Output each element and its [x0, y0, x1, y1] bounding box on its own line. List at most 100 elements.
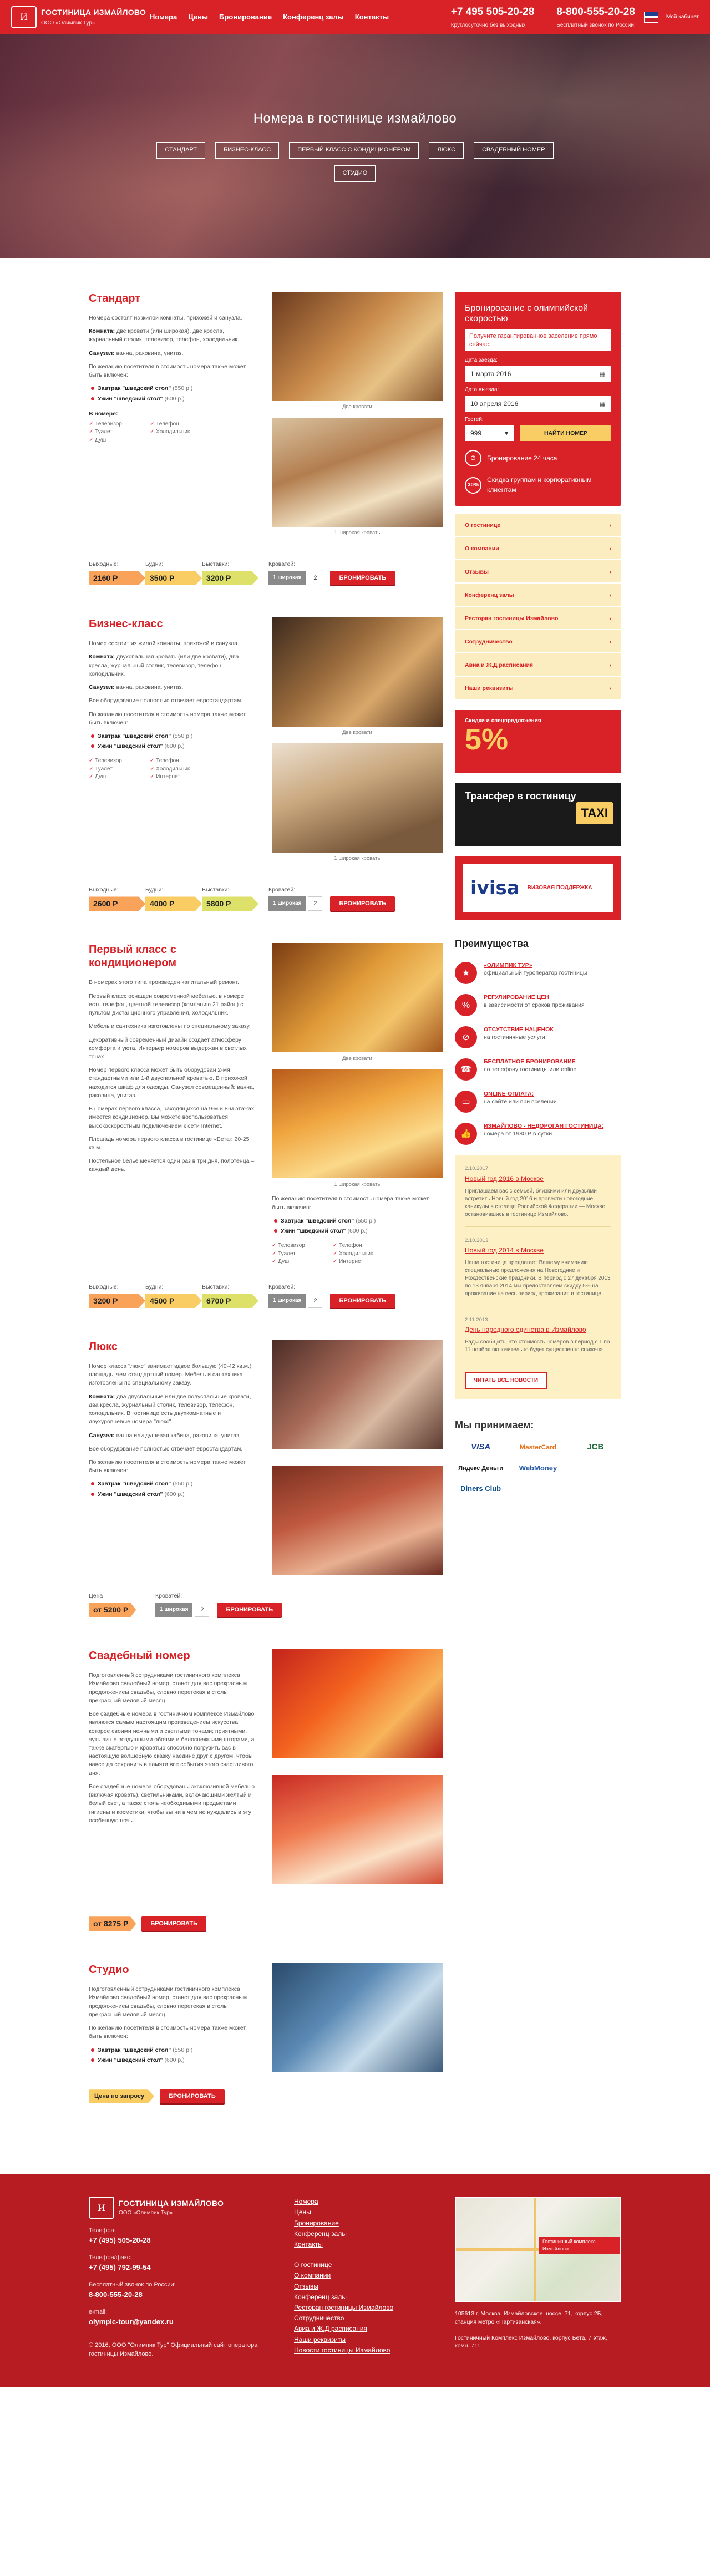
side-menu-item[interactable]: О гостинице › [455, 514, 621, 537]
find-room-button[interactable]: Найти номер [520, 425, 611, 442]
room-photo[interactable]: 1 широкая кровать [272, 418, 443, 536]
footer-free-phone[interactable]: 8-800-555-20-28 [89, 2290, 277, 2300]
nav-rooms[interactable]: Номера [150, 12, 177, 23]
logo-title: гостиница измайлово [41, 8, 146, 17]
advantage-title[interactable]: Измайлово - недорогая гостиница: [484, 1123, 604, 1130]
room-photo[interactable]: Две кровати [272, 292, 443, 410]
footer-phone[interactable]: +7 (495) 505-20-28 [89, 2235, 277, 2246]
checkout-date-input[interactable]: 10 апреля 2016 ▦ [465, 395, 611, 412]
visa-banner[interactable]: ivisa Визовая поддержка [455, 856, 621, 920]
taxi-banner[interactable]: Трансфер в гостиницу TAXI [455, 783, 621, 847]
tab-lux[interactable]: люкс [429, 141, 464, 159]
bed-count-input[interactable]: 2 [308, 1294, 323, 1309]
tab-wedding[interactable]: свадебный номер [473, 141, 554, 159]
guests-select[interactable]: 999 ▾ [465, 425, 514, 442]
footer-link[interactable]: Новости гостиницы Измайлово [294, 2345, 438, 2356]
tab-standard[interactable]: стандарт [156, 141, 205, 159]
room-photo[interactable] [272, 1963, 443, 2073]
bed-count-input[interactable]: 2 [195, 1603, 210, 1617]
bed-type-select[interactable]: 1 широкая [268, 1294, 306, 1309]
phone-moscow[interactable]: +7 495 505-20-28 Круглосуточно без выходн… [451, 4, 535, 29]
calendar-icon[interactable]: ▦ [600, 366, 606, 382]
phone-free[interactable]: 8-800-555-20-28 Бесплатный звонок по Росс… [556, 4, 635, 29]
footer-email[interactable]: olympic-tour@yandex.ru [89, 2317, 277, 2327]
price-label: Будни: [145, 886, 164, 894]
book-button[interactable]: Бронировать [217, 1603, 282, 1617]
side-menu-item[interactable]: Сотрудничество › [455, 630, 621, 654]
room-photo[interactable] [272, 1340, 443, 1450]
price-exhibition: 3200 Р [202, 571, 258, 586]
advantage-title[interactable]: Online-оплата: [484, 1091, 557, 1098]
footer-link[interactable]: Номера [294, 2197, 438, 2207]
book-button[interactable]: Бронировать [330, 1294, 395, 1309]
news-title[interactable]: День народного единства в Измайлово [465, 1325, 611, 1335]
logo[interactable]: И гостиница измайлово ООО «Олимпик Тур» [11, 6, 150, 28]
bed-type-select[interactable]: 1 широкая [268, 571, 306, 586]
nav-prices[interactable]: Цены [188, 12, 208, 23]
footer-link[interactable]: Бронирование [294, 2218, 438, 2229]
footer-fax[interactable]: +7 (495) 792-99-54 [89, 2263, 277, 2273]
room-desc: Номер первого класса может быть оборудов… [89, 1067, 255, 1099]
side-menu-item[interactable]: Отзывы › [455, 560, 621, 584]
calendar-icon[interactable]: ▦ [600, 396, 606, 412]
all-news-button[interactable]: Читать все новости [465, 1372, 547, 1390]
room-photo[interactable]: 1 широкая кровать [272, 1069, 443, 1188]
footer-link[interactable]: Контакты [294, 2239, 438, 2250]
checkin-date-input[interactable]: 1 марта 2016 ▦ [465, 366, 611, 382]
room-photo[interactable]: Две кровати [272, 617, 443, 736]
footer-link[interactable]: Ресторан гостиницы Измайлово [294, 2303, 438, 2313]
footer-link[interactable]: Сотрудничество [294, 2313, 438, 2324]
advantage-title[interactable]: Отсутствие наценок [484, 1026, 554, 1034]
side-menu-item[interactable]: Авиа и Ж.Д расписания › [455, 653, 621, 677]
side-menu-item[interactable]: Конференц залы › [455, 584, 621, 607]
advantage-item: ▭ Online-оплата: на сайте или при вселении [455, 1091, 621, 1113]
book-button[interactable]: Бронировать [160, 2089, 225, 2104]
side-menu-item[interactable]: О компании › [455, 537, 621, 561]
news-title[interactable]: Новый год 2014 в Москве [465, 1246, 611, 1255]
nav-conference[interactable]: Конференц залы [283, 12, 344, 23]
bed-count-input[interactable]: 2 [308, 896, 323, 911]
book-button[interactable]: Бронировать [141, 1916, 206, 1931]
room-photo[interactable]: 1 широкая кровать [272, 743, 443, 861]
option-price: (600 р.) [164, 743, 185, 750]
side-menu-item[interactable]: Наши реквизиты › [455, 677, 621, 701]
uk-flag-icon[interactable] [643, 12, 658, 23]
footer-link[interactable]: Отзывы [294, 2281, 438, 2292]
footer-link[interactable]: Наши реквизиты [294, 2335, 438, 2345]
footer-link[interactable]: О компании [294, 2270, 438, 2281]
footer-link[interactable]: О гостинице [294, 2260, 438, 2270]
room-photo[interactable] [272, 1649, 443, 1759]
location-map[interactable]: Гостиничный комплекс Измайлово [455, 2197, 621, 2303]
advantage-text: официальный туроператор гостиницы [484, 969, 587, 976]
option-dinner: Ужин "шведский стол" (600 р.) [91, 742, 255, 751]
amenity: Холодильник [150, 428, 211, 437]
book-button[interactable]: Бронировать [330, 571, 395, 586]
room-desc: Все свадебные номера оборудованы эксклюз… [89, 1783, 255, 1824]
sale-banner[interactable]: Скидки и спецпредложения 5% [455, 710, 621, 774]
room-photo[interactable] [272, 1466, 443, 1576]
footer-link[interactable]: Конференц залы [294, 2229, 438, 2239]
news-title[interactable]: Новый год 2016 в Москве [465, 1174, 611, 1184]
room-photo[interactable] [272, 1775, 443, 1885]
footer-link[interactable]: Цены [294, 2207, 438, 2218]
bed-type-select[interactable]: 1 широкая [155, 1603, 193, 1617]
visa-logo: VISA [471, 1442, 491, 1452]
nav-booking[interactable]: Бронирование [219, 12, 272, 23]
taxi-text: Трансфер в гостиницу [465, 790, 576, 802]
side-menu-item[interactable]: Ресторан гостиницы Измайлово › [455, 607, 621, 631]
footer-link[interactable]: Авиа и Ж.Д расписания [294, 2324, 438, 2334]
nav-contacts[interactable]: Контакты [355, 12, 389, 23]
advantage-title[interactable]: «Олимпик Тур» [484, 962, 587, 970]
room-photo[interactable]: Две кровати [272, 943, 443, 1062]
cabinet-link[interactable]: Мой кабинет [666, 14, 699, 21]
tab-studio[interactable]: студио [334, 165, 376, 182]
advantage-title[interactable]: Регулирование цен [484, 994, 585, 1002]
bed-type-select[interactable]: 1 широкая [268, 896, 306, 911]
book-button[interactable]: Бронировать [330, 896, 395, 911]
option-name: Завтрак "шведский стол" [98, 385, 171, 392]
tab-first-class[interactable]: первый класс с кондиционером [289, 141, 419, 159]
bed-count-input[interactable]: 2 [308, 571, 323, 586]
advantage-title[interactable]: Бесплатное бронирование [484, 1058, 576, 1066]
tab-business[interactable]: бизнес-класс [215, 141, 280, 159]
footer-link[interactable]: Конференц залы [294, 2292, 438, 2303]
